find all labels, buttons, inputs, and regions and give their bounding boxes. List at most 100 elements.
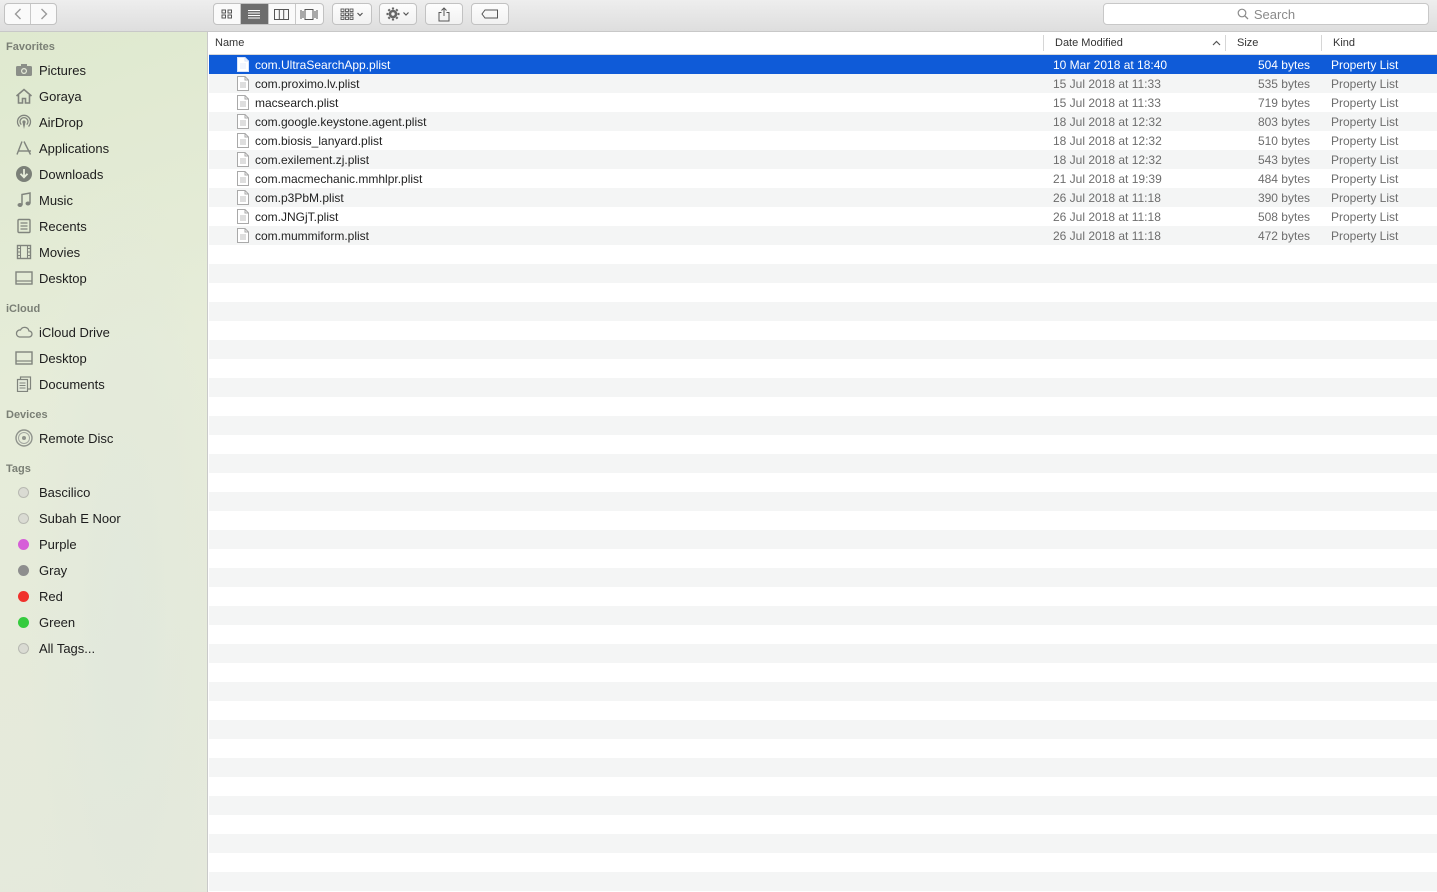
empty-row [209, 587, 1437, 606]
sidebar-item-music[interactable]: Music [14, 189, 73, 211]
sidebar-item-label: Desktop [39, 350, 87, 366]
empty-row [209, 549, 1437, 568]
sidebar-tag-green[interactable]: Green [14, 611, 75, 633]
airdrop-icon [14, 113, 34, 131]
sidebar-item-label: AirDrop [39, 114, 84, 130]
tag-icon [481, 9, 498, 19]
date-modified: 26 Jul 2018 at 11:18 [1053, 228, 1161, 243]
sidebar-item-applications[interactable]: Applications [14, 137, 109, 159]
plist-file-icon [237, 57, 249, 72]
sort-ascending-icon [1212, 40, 1221, 46]
table-row[interactable]: com.JNGjT.plist 26 Jul 2018 at 11:18 508 b… [209, 207, 1437, 226]
back-button[interactable] [5, 4, 31, 24]
file-name: com.macmechanic.mmhlpr.plist [255, 171, 423, 186]
table-row[interactable]: macsearch.plist 15 Jul 2018 at 11:33 719 b… [209, 93, 1437, 112]
file-kind: Property List [1331, 95, 1399, 110]
file-size: 803 bytes [1257, 114, 1310, 129]
search-field[interactable]: Search [1103, 3, 1429, 25]
empty-row [209, 264, 1437, 283]
sidebar-tag-bascilico[interactable]: Bascilico [14, 481, 90, 503]
sidebar-tag-red[interactable]: Red [14, 585, 63, 607]
file-kind: Property List [1331, 171, 1399, 186]
sidebar-item-recents[interactable]: Recents [14, 215, 87, 237]
sidebar-item-label: Green [39, 614, 76, 630]
sidebar-item-pictures[interactable]: Pictures [14, 59, 86, 81]
file-kind: Property List [1331, 57, 1399, 72]
sidebar-item-movies[interactable]: Movies [14, 241, 80, 263]
table-row[interactable]: com.UltraSearchApp.plist 10 Mar 2018 at 1… [209, 55, 1437, 74]
sidebar-item-icloud-desktop[interactable]: Desktop [14, 347, 87, 369]
sidebar: Favorites Pictures Goraya AirDrop Applic… [0, 32, 208, 892]
sidebar-item-goraya[interactable]: Goraya [14, 85, 82, 107]
arrange-button[interactable] [332, 3, 372, 25]
plist-file-icon [237, 209, 249, 224]
file-kind: Property List [1331, 76, 1399, 91]
list-view-button[interactable] [241, 4, 269, 24]
file-name: macsearch.plist [255, 95, 339, 110]
file-size: 510 bytes [1257, 133, 1310, 148]
file-size: 543 bytes [1257, 152, 1310, 167]
column-header-date-modified[interactable]: Date Modified [1055, 32, 1225, 54]
column-header-size[interactable]: Size [1237, 32, 1258, 54]
disc-icon [14, 429, 34, 447]
sidebar-item-documents[interactable]: Documents [14, 373, 105, 395]
sidebar-tag-purple[interactable]: Purple [14, 533, 77, 555]
applications-icon [14, 139, 34, 157]
sidebar-tag-subah-e-noor[interactable]: Subah E Noor [14, 507, 121, 529]
date-modified: 26 Jul 2018 at 11:18 [1053, 190, 1161, 205]
plist-file-icon [237, 95, 249, 110]
sidebar-tag-all-tags[interactable]: All Tags... [14, 637, 95, 659]
table-row[interactable]: com.p3PbM.plist 26 Jul 2018 at 11:18 390 b… [209, 188, 1437, 207]
forward-button[interactable] [31, 4, 56, 24]
plist-file-icon [237, 190, 249, 205]
table-row[interactable]: com.google.keystone.agent.plist 18 Jul 20… [209, 112, 1437, 131]
music-note-icon [14, 191, 34, 209]
chevron-down-icon [357, 12, 363, 17]
file-size: 719 bytes [1257, 95, 1310, 110]
chevron-left-icon [14, 8, 21, 20]
empty-row [209, 340, 1437, 359]
file-name: com.exilement.zj.plist [255, 152, 370, 167]
table-row[interactable]: com.proximo.lv.plist 15 Jul 2018 at 11:33… [209, 74, 1437, 93]
date-modified: 21 Jul 2018 at 19:39 [1053, 171, 1162, 186]
empty-row [209, 644, 1437, 663]
empty-row [209, 454, 1437, 473]
file-kind: Property List [1331, 133, 1399, 148]
empty-row [209, 359, 1437, 378]
tag-color-dot [18, 538, 29, 550]
column-view-button[interactable] [269, 4, 296, 24]
empty-row [209, 492, 1437, 511]
sidebar-item-label: Purple [39, 536, 77, 552]
action-button[interactable] [379, 3, 417, 25]
sidebar-item-airdrop[interactable]: AirDrop [14, 111, 83, 133]
sidebar-item-downloads[interactable]: Downloads [14, 163, 103, 185]
icon-view-button[interactable] [214, 4, 242, 24]
tag-button[interactable] [471, 3, 509, 25]
empty-row [209, 568, 1437, 587]
date-modified: 18 Jul 2018 at 12:32 [1053, 152, 1162, 167]
table-row[interactable]: com.macmechanic.mmhlpr.plist 21 Jul 2018 … [209, 169, 1437, 188]
table-row[interactable]: com.exilement.zj.plist 18 Jul 2018 at 12:… [209, 150, 1437, 169]
file-name: com.JNGjT.plist [255, 209, 339, 224]
sidebar-item-desktop[interactable]: Desktop [14, 267, 87, 289]
toolbar: Search [0, 0, 1437, 32]
tags-header: Tags [6, 463, 31, 475]
column-header-name[interactable]: Name [215, 32, 244, 54]
column-header-kind[interactable]: Kind [1333, 32, 1355, 54]
cloud-icon [14, 323, 34, 341]
cover-flow-button[interactable] [296, 4, 323, 24]
table-row[interactable]: com.biosis_lanyard.plist 18 Jul 2018 at 1… [209, 131, 1437, 150]
sidebar-item-icloud-drive[interactable]: iCloud Drive [14, 321, 110, 343]
empty-row [209, 397, 1437, 416]
empty-row [209, 720, 1437, 739]
table-row[interactable]: com.mummiform.plist 26 Jul 2018 at 11:18 4… [209, 226, 1437, 245]
sidebar-item-label: Applications [39, 140, 110, 156]
sidebar-item-remote-disc[interactable]: Remote Disc [14, 427, 113, 449]
empty-row [209, 682, 1437, 701]
plist-file-icon [237, 228, 249, 243]
sidebar-item-label: Pictures [39, 62, 86, 78]
empty-row [209, 473, 1437, 492]
search-icon [1237, 8, 1249, 20]
sidebar-tag-gray[interactable]: Gray [14, 559, 67, 581]
share-button[interactable] [425, 3, 463, 25]
